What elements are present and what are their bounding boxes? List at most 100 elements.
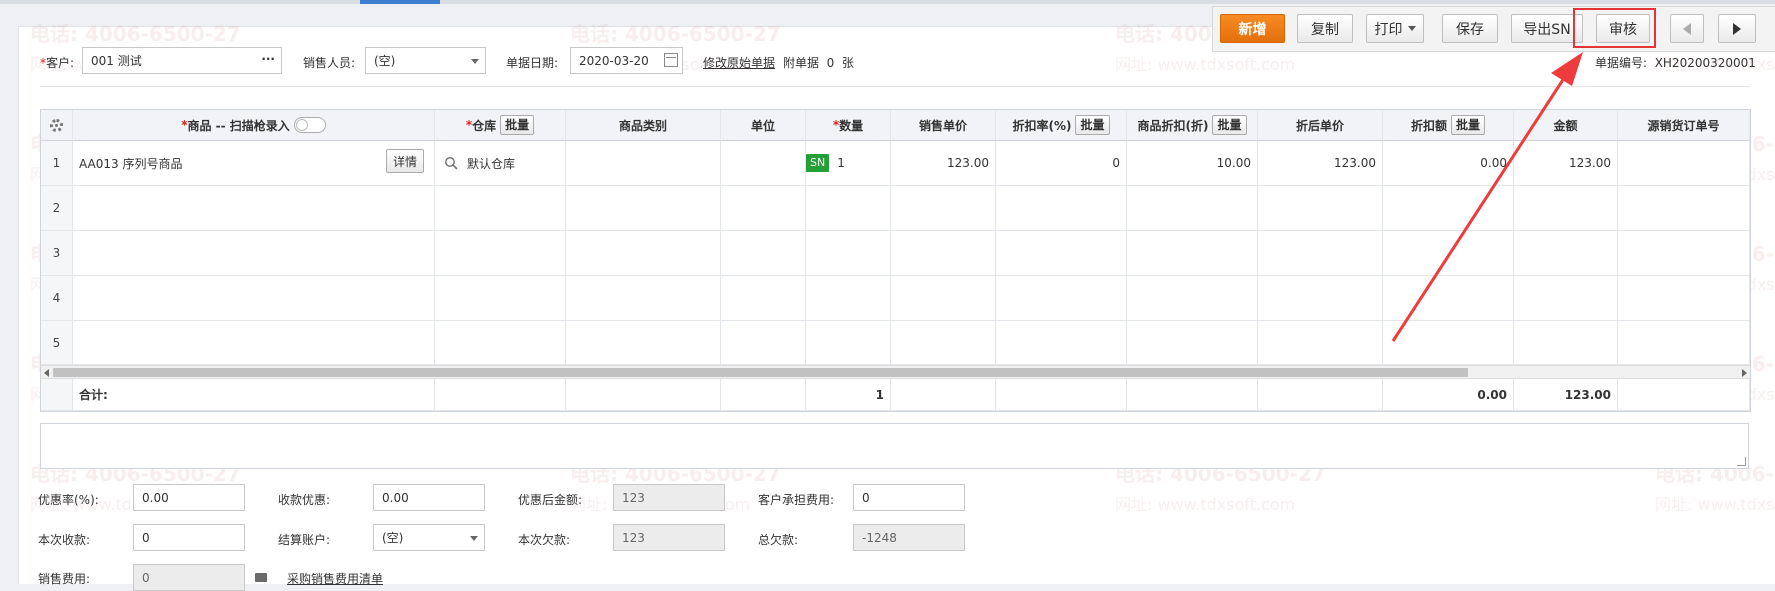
folder-icon[interactable] [255,573,267,582]
scroll-right-icon[interactable] [1742,369,1747,377]
grid-cell[interactable] [566,321,721,365]
search-icon[interactable] [444,156,458,170]
row1-source-no[interactable] [1618,141,1750,186]
prev-record-button[interactable] [1670,14,1704,43]
new-button[interactable]: 新增 [1220,14,1285,43]
grid-cell[interactable] [891,276,996,321]
grid-cell[interactable] [73,276,435,321]
grid-cell[interactable] [435,321,566,365]
grid-cell[interactable] [435,186,566,231]
row1-amount[interactable]: 123.00 [1514,141,1618,186]
sales-grid: * 商品 -- 扫描枪录入 * 仓库 批量 商品类别 单位 * 数量 销售单价 折扣率(… [40,109,1751,412]
grid-cell[interactable] [1383,231,1514,276]
next-record-button[interactable] [1718,14,1756,43]
grid-cell[interactable] [1618,276,1750,321]
batch-warehouse-button[interactable]: 批量 [500,115,535,135]
grid-cell[interactable] [1383,321,1514,365]
grid-cell[interactable] [1127,276,1258,321]
row1-unit[interactable] [721,141,806,186]
calendar-icon[interactable] [664,53,678,67]
scroll-left-icon[interactable] [44,369,49,377]
print-button[interactable]: 打印 [1366,14,1424,43]
save-button[interactable]: 保存 [1442,14,1498,43]
grid-cell[interactable] [1514,321,1618,365]
grid-cell[interactable] [566,231,721,276]
row1-category[interactable] [566,141,721,186]
grid-cell[interactable] [1514,186,1618,231]
row1-discount-rate[interactable]: 0 [996,141,1127,186]
row1-disc-price[interactable]: 123.00 [1258,141,1383,186]
resize-handle-icon[interactable] [1737,457,1746,466]
row-number: 4 [41,276,73,321]
grid-cell[interactable] [73,186,435,231]
grid-cell[interactable] [996,186,1127,231]
modify-original-link[interactable]: 修改原始单据 [703,54,775,71]
grid-cell[interactable] [806,321,891,365]
collect-discount-field[interactable]: 0.00 [373,484,485,511]
sn-badge[interactable]: SN [806,154,830,172]
row1-product[interactable]: AA013 序列号商品 [73,141,435,186]
gear-icon[interactable] [50,118,63,132]
scan-toggle[interactable] [293,117,326,133]
date-field[interactable]: 2020-03-20 [570,47,683,74]
grid-cell[interactable] [1618,321,1750,365]
grid-cell[interactable] [996,231,1127,276]
grid-cell[interactable] [1383,186,1514,231]
grid-cell[interactable] [721,321,806,365]
grid-cell[interactable] [1383,276,1514,321]
grid-cell[interactable] [806,186,891,231]
grid-cell[interactable] [1514,231,1618,276]
row1-detail-button[interactable]: 详情 [386,149,425,173]
batch-discount-rate-button[interactable]: 批量 [1075,115,1110,135]
export-sn-button[interactable]: 导出SN [1511,14,1583,43]
batch-disc-amount-button[interactable]: 批量 [1451,115,1486,135]
row1-price[interactable]: 123.00 [891,141,996,186]
customer-field[interactable]: 001 测试 ··· [82,47,282,74]
grid-cell[interactable] [566,186,721,231]
batch-product-discount-button[interactable]: 批量 [1212,115,1247,135]
remark-textarea[interactable] [40,423,1749,469]
salesperson-select[interactable]: (空) [365,47,486,74]
row1-product-discount[interactable]: 10.00 [1127,141,1258,186]
grid-cell[interactable] [1618,231,1750,276]
horizontal-scrollbar[interactable] [41,365,1750,379]
grid-cell[interactable] [721,186,806,231]
grid-cell[interactable] [1127,321,1258,365]
grid-cell[interactable] [73,231,435,276]
grid-settings[interactable] [41,110,73,141]
grid-cell[interactable] [566,276,721,321]
row1-qty[interactable]: SN 1 [806,141,891,186]
grid-cell[interactable] [891,186,996,231]
this-receipt-field[interactable]: 0 [133,524,245,551]
grid-cell[interactable] [1258,276,1383,321]
grid-cell[interactable] [73,321,435,365]
attachment-info: 附单据 0 张 [783,56,854,70]
scrollbar-thumb[interactable] [53,368,1468,377]
grid-cell[interactable] [891,321,996,365]
row1-disc-amount[interactable]: 0.00 [1383,141,1514,186]
grid-cell[interactable] [1127,186,1258,231]
grid-cell[interactable] [435,276,566,321]
grid-cell[interactable] [996,321,1127,365]
audit-button[interactable]: 审核 [1596,14,1650,43]
customer-fee-field[interactable]: 0 [853,484,965,511]
grid-cell[interactable] [721,276,806,321]
grid-cell[interactable] [435,231,566,276]
row1-warehouse[interactable]: 默认仓库 [435,141,566,186]
grid-cell[interactable] [1258,186,1383,231]
more-icon[interactable]: ··· [261,52,275,66]
grid-cell[interactable] [891,231,996,276]
grid-cell[interactable] [1258,231,1383,276]
grid-cell[interactable] [806,231,891,276]
grid-cell[interactable] [1258,321,1383,365]
copy-button[interactable]: 复制 [1297,14,1353,43]
grid-cell[interactable] [1618,186,1750,231]
discount-rate-field[interactable]: 0.00 [133,484,245,511]
purchase-fee-link[interactable]: 采购销售费用清单 [287,570,383,587]
grid-cell[interactable] [806,276,891,321]
grid-cell[interactable] [1514,276,1618,321]
settle-account-select[interactable]: (空) [373,524,485,551]
grid-cell[interactable] [721,231,806,276]
grid-cell[interactable] [1127,231,1258,276]
grid-cell[interactable] [996,276,1127,321]
